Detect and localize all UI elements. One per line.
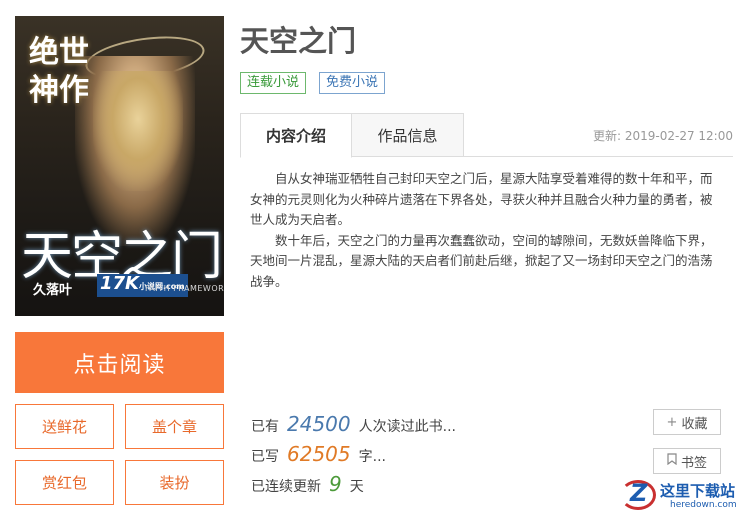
book-stats: 已有 24500 人次读过此书... 已写 62505 字... 已连续更新 9… [251, 412, 456, 502]
reward-button[interactable]: 赏红包 [15, 460, 114, 505]
bookmark-button[interactable]: 书签 [653, 448, 721, 474]
update-time: 更新: 2019-02-27 12:00 [593, 129, 733, 143]
tag-serial[interactable]: 连载小说 [240, 72, 307, 94]
book-title: 天空之门 [240, 24, 357, 58]
stat-label: 字... [358, 449, 386, 465]
update-days: 9 [329, 472, 342, 496]
intro-paragraph: 自从女神瑞亚牺牲自己封印天空之门后，星源大陆享受着难得的数十年和平，而女神的元灵… [250, 171, 713, 227]
stat-label: 已写 [251, 449, 279, 465]
watermark-text: 这里下载站 [660, 482, 736, 500]
favorite-button[interactable]: + 收藏 [653, 409, 721, 435]
stat-label: 人次读过此书... [358, 419, 456, 435]
watermark-url: heredown.com [670, 500, 737, 510]
bookmark-icon [667, 453, 677, 469]
readers-count: 24500 [287, 412, 351, 436]
tag-free[interactable]: 免费小说 [319, 72, 386, 94]
stat-readers: 已有 24500 人次读过此书... [251, 412, 456, 442]
stamp-button[interactable]: 盖个章 [125, 404, 224, 449]
book-cover-image[interactable]: 绝世神作 天空之门 久落叶 17K小说网.com FAITH FRAMEWORK [15, 16, 224, 316]
stat-label: 已连续更新 [251, 479, 321, 495]
stat-words: 已写 62505 字... [251, 442, 456, 472]
send-flower-button[interactable]: 送鲜花 [15, 404, 114, 449]
cover-tagline: 绝世神作 [29, 35, 89, 108]
favorite-label: 收藏 [681, 416, 708, 432]
read-button[interactable]: 点击阅读 [15, 332, 224, 393]
cover-hair [93, 71, 183, 191]
intro-paragraph: 数十年后，天空之门的力量再次蠢蠢欲动，空间的罅隙间，无数妖兽降临下界，天地间一片… [250, 232, 713, 289]
site-watermark: Z 这里下载站 heredown.com [620, 478, 748, 514]
tab-info[interactable]: 作品信息 [352, 113, 464, 157]
intro-text: 自从女神瑞亚牺牲自己封印天空之门后，星源大陆享受着难得的数十年和平，而女神的元灵… [250, 169, 720, 292]
plus-icon: + [666, 414, 678, 430]
cover-series: FAITH FRAMEWORK [145, 284, 224, 293]
cover-publisher-name: 17K [100, 273, 139, 294]
stat-days: 已连续更新 9 天 [251, 472, 456, 502]
watermark-z-icon: Z [630, 479, 648, 507]
tab-intro[interactable]: 内容介绍 [240, 113, 352, 158]
word-count: 62505 [287, 442, 351, 466]
detail-tabs: 内容介绍 作品信息 更新: 2019-02-27 12:00 [240, 113, 733, 158]
dress-up-button[interactable]: 装扮 [125, 460, 224, 505]
cover-author: 久落叶 [33, 283, 73, 298]
stat-label: 已有 [251, 419, 279, 435]
stat-label: 天 [349, 479, 364, 495]
bookmark-label: 书签 [680, 455, 707, 471]
